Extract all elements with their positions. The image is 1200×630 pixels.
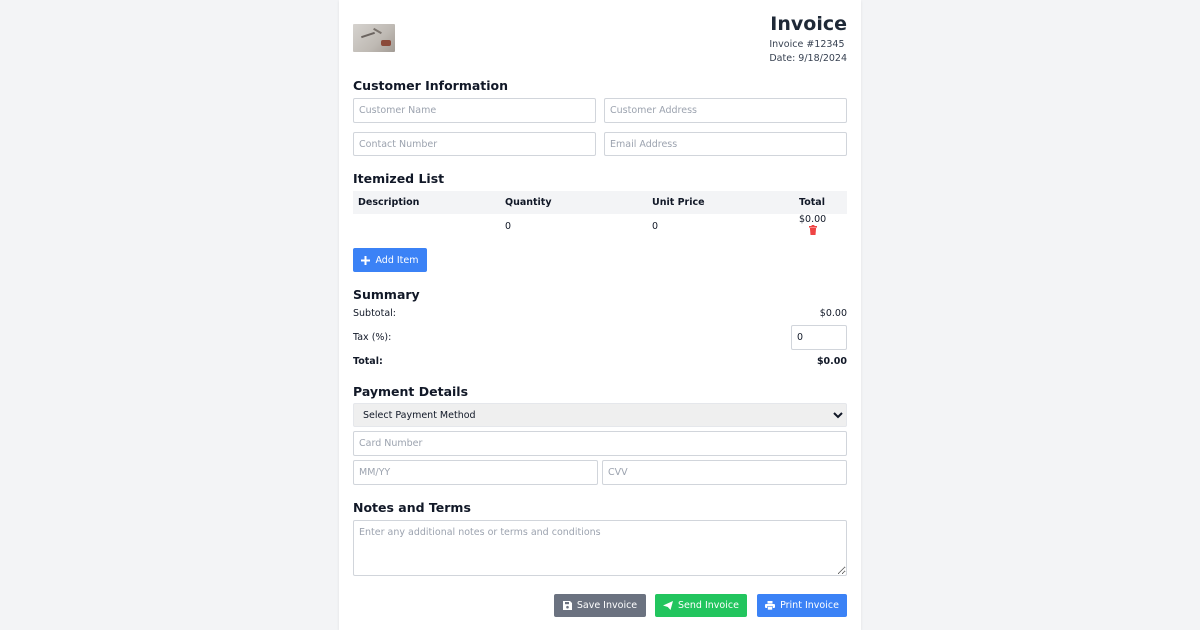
send-icon [663, 601, 674, 610]
items-table: Description Quantity Unit Price Total 0 … [353, 191, 847, 238]
trash-icon[interactable] [809, 225, 817, 238]
contact-number-input[interactable] [353, 132, 596, 156]
invoice-card: Invoice Invoice #12345 Date: 9/18/2024 C… [339, 0, 861, 630]
print-invoice-label: Print Invoice [780, 600, 839, 611]
payment-heading: Payment Details [353, 384, 469, 399]
invoice-number: Invoice #12345 [769, 39, 845, 50]
add-item-button[interactable]: Add Item [353, 248, 427, 272]
customer-heading: Customer Information [353, 78, 509, 93]
subtotal-label: Subtotal: [353, 307, 397, 319]
save-invoice-button[interactable]: Save Invoice [554, 594, 646, 617]
total-row: Total: $0.00 [353, 354, 847, 368]
print-icon [765, 601, 776, 610]
column-unit-price: Unit Price [647, 191, 794, 214]
invoice-date: Date: 9/18/2024 [769, 53, 847, 64]
item-unit-price[interactable]: 0 [647, 214, 794, 238]
invoice-title: Invoice [770, 13, 847, 35]
send-invoice-label: Send Invoice [678, 600, 739, 611]
item-description[interactable] [353, 214, 500, 238]
items-heading: Itemized List [353, 171, 445, 186]
item-total-cell: $0.00 [794, 214, 847, 238]
send-invoice-button[interactable]: Send Invoice [655, 594, 747, 617]
total-label: Total: [353, 355, 383, 367]
notes-heading: Notes and Terms [353, 500, 471, 515]
item-quantity[interactable]: 0 [500, 214, 647, 238]
expiry-input[interactable] [353, 460, 598, 485]
save-invoice-label: Save Invoice [576, 600, 638, 611]
column-description: Description [353, 191, 500, 214]
cvv-input[interactable] [602, 460, 847, 485]
customer-address-input[interactable] [604, 98, 847, 123]
invoice-header: Invoice Invoice #12345 Date: 9/18/2024 [769, 12, 847, 66]
payment-method-select[interactable]: Select Payment Method [353, 403, 847, 427]
tax-label: Tax (%): [353, 332, 392, 343]
plus-icon [361, 255, 371, 265]
tax-input[interactable] [791, 325, 847, 350]
table-row: 0 0 $0.00 [353, 214, 847, 238]
summary-heading: Summary [353, 287, 420, 302]
column-total: Total [794, 191, 847, 214]
tax-row: Tax (%): [353, 325, 847, 350]
card-number-input[interactable] [353, 431, 847, 456]
company-logo [353, 24, 395, 52]
notes-textarea[interactable] [353, 520, 847, 576]
customer-name-input[interactable] [353, 98, 596, 123]
add-item-label: Add Item [375, 254, 419, 266]
subtotal-row: Subtotal: $0.00 [353, 306, 847, 320]
email-address-input[interactable] [604, 132, 847, 156]
column-quantity: Quantity [500, 191, 647, 214]
subtotal-value: $0.00 [819, 307, 847, 319]
print-invoice-button[interactable]: Print Invoice [757, 594, 847, 617]
save-icon [562, 601, 572, 610]
items-header-row: Description Quantity Unit Price Total [353, 191, 847, 214]
item-total: $0.00 [799, 214, 827, 225]
total-value: $0.00 [816, 355, 847, 367]
